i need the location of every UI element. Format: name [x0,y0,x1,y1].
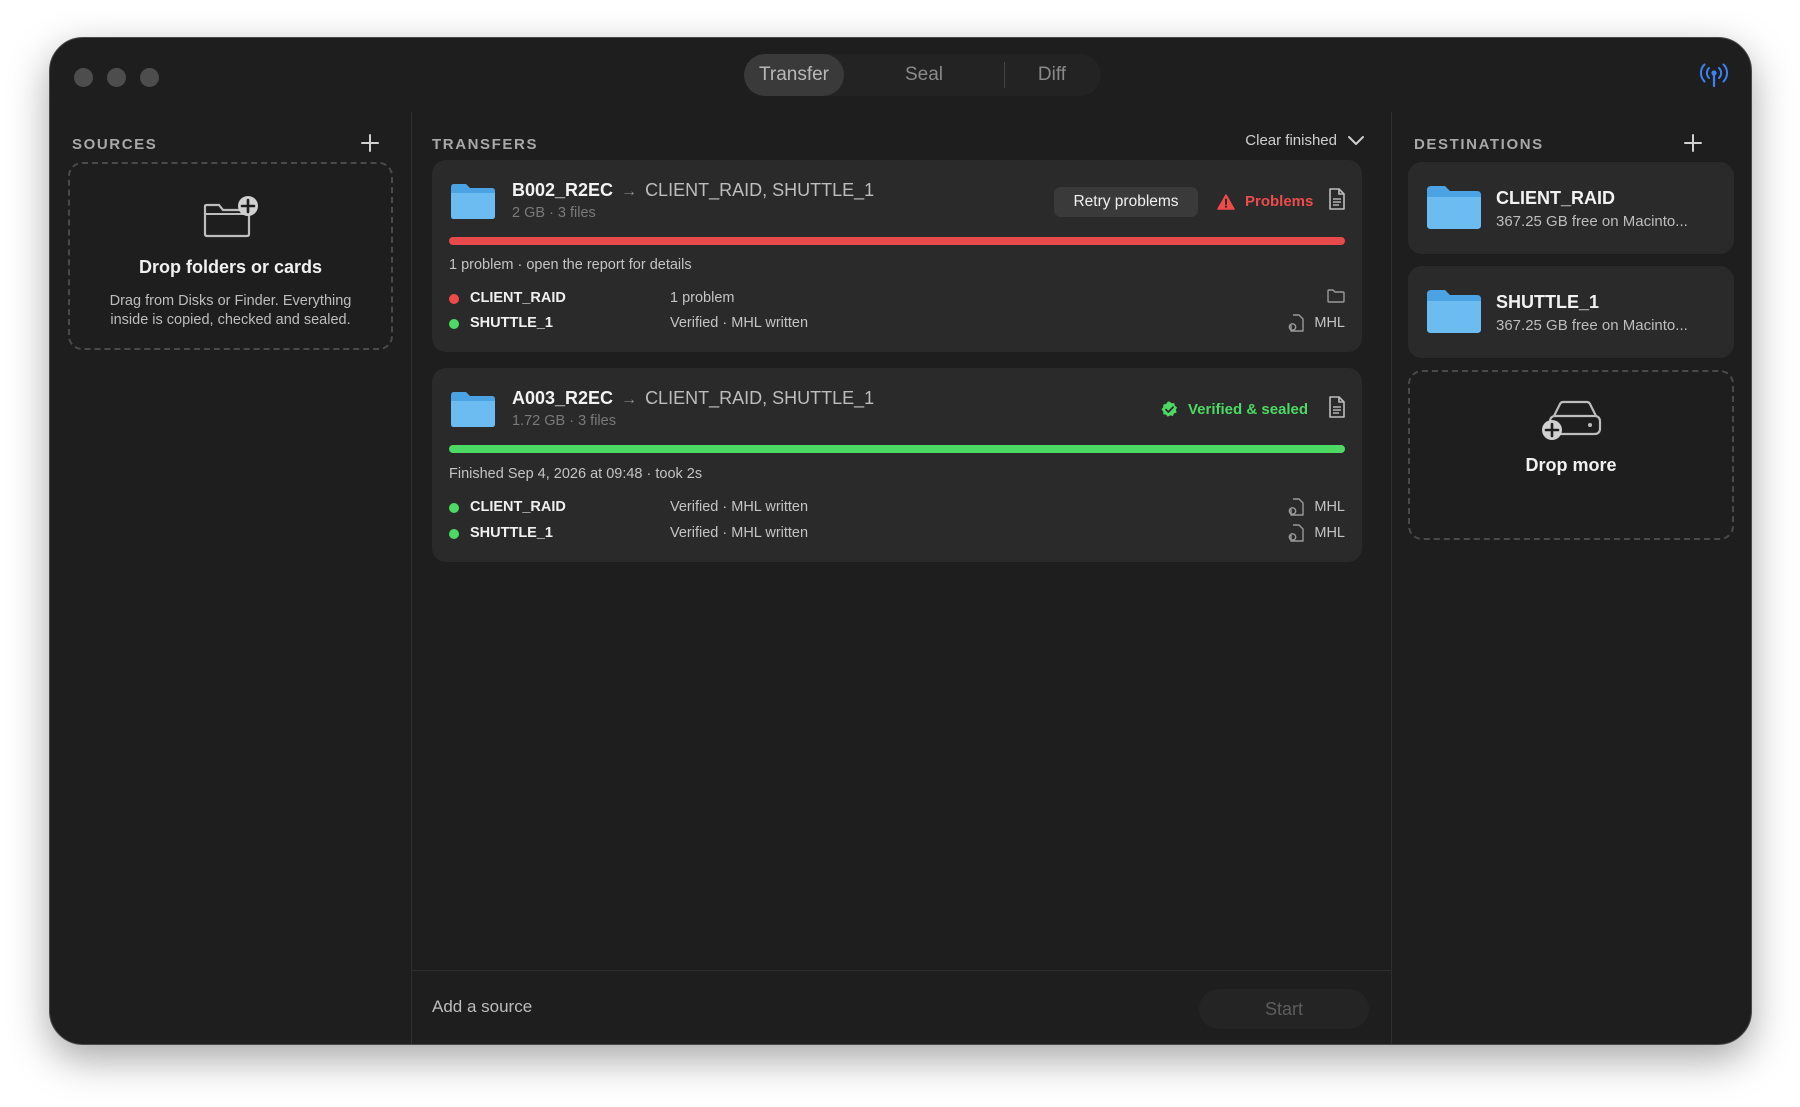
status-dot [449,529,459,539]
transfer-name: A003_R2EC [512,388,614,408]
drop-more-label: Drop more [1525,455,1617,475]
add-source-hint: Add a source [432,997,533,1016]
folder-icon [1427,290,1481,333]
folder-icon [1427,186,1481,229]
destination-card-client-raid[interactable]: CLIENT_RAID 367.25 GB free on Macinto... [1408,162,1734,254]
mhl-label: MHL [1314,525,1345,541]
status-badge: Verified & sealed [1161,401,1308,418]
drive-add-icon [1542,400,1602,440]
destination-status: Verified · MHL written [670,499,809,515]
destination-row: CLIENT_RAID 1 problem [449,289,1345,309]
folder-add-icon [203,196,258,238]
destination-name: CLIENT_RAID [470,499,566,515]
destination-free-space: 367.25 GB free on Macinto... [1496,317,1688,334]
folder-icon [451,392,495,427]
tab-seal[interactable]: Seal [874,54,974,96]
drop-description: Drag from Disks or Finder. Everything in… [109,293,352,328]
mhl-label: MHL [1314,315,1345,331]
zoom-window-button[interactable] [140,68,159,87]
destination-drop-zone[interactable]: Drop more [1408,370,1734,540]
transfer-meta: 1.72 GB · 3 files [512,413,616,429]
app-window: Transfer Seal Diff SOURCES Drop folders … [49,37,1752,1045]
tab-transfer[interactable]: Transfer [744,54,844,96]
title-bar: Transfer Seal Diff [50,38,1751,112]
warning-icon [1217,193,1235,210]
progress-fill [449,237,1345,245]
mhl-button[interactable]: MHL [1288,314,1345,332]
document-seal-icon [1288,314,1305,332]
destination-name: SHUTTLE_1 [1496,292,1600,312]
retry-problems-button[interactable]: Retry problems [1054,187,1198,217]
destination-name: SHUTTLE_1 [470,525,553,541]
destination-card-shuttle-1[interactable]: SHUTTLE_1 367.25 GB free on Macinto... [1408,266,1734,358]
reveal-folder-button[interactable] [1327,289,1345,303]
transfer-title: A003_R2EC → CLIENT_RAID, SHUTTLE_1 [512,388,874,409]
progress-track [449,237,1345,245]
start-button[interactable]: Start [1199,989,1369,1029]
chevron-down-icon [1348,135,1364,145]
destination-row: SHUTTLE_1 Verified · MHL written MHL [449,314,1345,334]
tab-diff[interactable]: Diff [1012,54,1092,96]
arrow-right-icon: → [621,183,638,200]
destinations-title: DESTINATIONS [1414,136,1544,153]
mhl-label: MHL [1314,499,1345,515]
tab-divider [1004,62,1005,88]
destination-row: SHUTTLE_1 Verified · MHL written MHL [449,524,1345,544]
transfer-card[interactable]: B002_R2EC → CLIENT_RAID, SHUTTLE_1 2 GB · … [432,160,1362,352]
folder-icon [1327,289,1345,303]
clear-finished-button[interactable]: Clear finished [1245,132,1365,149]
add-destination-button[interactable] [1682,132,1704,154]
progress-track [449,445,1345,453]
mhl-button[interactable]: MHL [1288,498,1345,516]
destination-name: CLIENT_RAID [1496,188,1616,208]
folder-icon [451,184,495,219]
close-window-button[interactable] [74,68,93,87]
progress-fill [449,445,1345,453]
sources-title: SOURCES [72,136,158,153]
destination-row: CLIENT_RAID Verified · MHL written MHL [449,498,1345,518]
status-label: Verified & sealed [1188,401,1309,418]
status-dot [449,319,459,329]
arrow-right-icon: → [621,391,638,408]
transfer-card[interactable]: A003_R2EC → CLIENT_RAID, SHUTTLE_1 1.72 GB… [432,368,1362,562]
document-seal-icon [1288,498,1305,516]
mode-tabs: Transfer Seal Diff [744,54,1101,96]
minimize-window-button[interactable] [107,68,126,87]
destination-status: Verified · MHL written [670,525,809,541]
transfer-meta: 2 GB · 3 files [512,205,596,221]
status-badge: Problems [1217,193,1313,210]
document-seal-icon [1288,524,1305,542]
status-dot [449,294,459,304]
add-source-button[interactable] [359,132,381,154]
destination-status: Verified · MHL written [670,315,809,331]
verified-badge-icon [1161,401,1177,417]
antenna-icon[interactable] [1699,62,1729,88]
destinations-panel: DESTINATIONS CLIENT_RAID 367.25 GB free … [1392,112,1751,1044]
destination-name: CLIENT_RAID [470,290,566,306]
clear-finished-label: Clear finished [1245,132,1337,149]
drop-title: Drop folders or cards [138,257,323,277]
transfer-note: Finished Sep 4, 2026 at 09:48 · took 2s [449,466,703,482]
mhl-button[interactable]: MHL [1288,524,1345,542]
transfers-title: TRANSFERS [432,136,539,153]
report-document-icon[interactable] [1328,188,1346,210]
transfers-footer: Add a source Start [412,970,1391,1044]
destination-free-space: 367.25 GB free on Macinto... [1496,213,1688,230]
sources-panel: SOURCES Drop folders or cards Drag from … [50,112,412,1044]
destination-status: 1 problem [670,290,735,306]
transfer-destinations: CLIENT_RAID, SHUTTLE_1 [645,388,875,408]
transfer-note: 1 problem · open the report for details [449,257,692,273]
source-drop-zone[interactable]: Drop folders or cards Drag from Disks or… [68,162,393,350]
transfer-destinations: CLIENT_RAID, SHUTTLE_1 [645,180,875,200]
status-dot [449,503,459,513]
transfers-panel: TRANSFERS Clear finished B002_R2EC → CLIEN… [412,112,1392,1044]
report-document-icon[interactable] [1328,396,1346,418]
transfer-title: B002_R2EC → CLIENT_RAID, SHUTTLE_1 [512,180,874,201]
status-label: Problems [1245,193,1314,210]
transfer-name: B002_R2EC [512,180,614,200]
destination-name: SHUTTLE_1 [470,315,553,331]
